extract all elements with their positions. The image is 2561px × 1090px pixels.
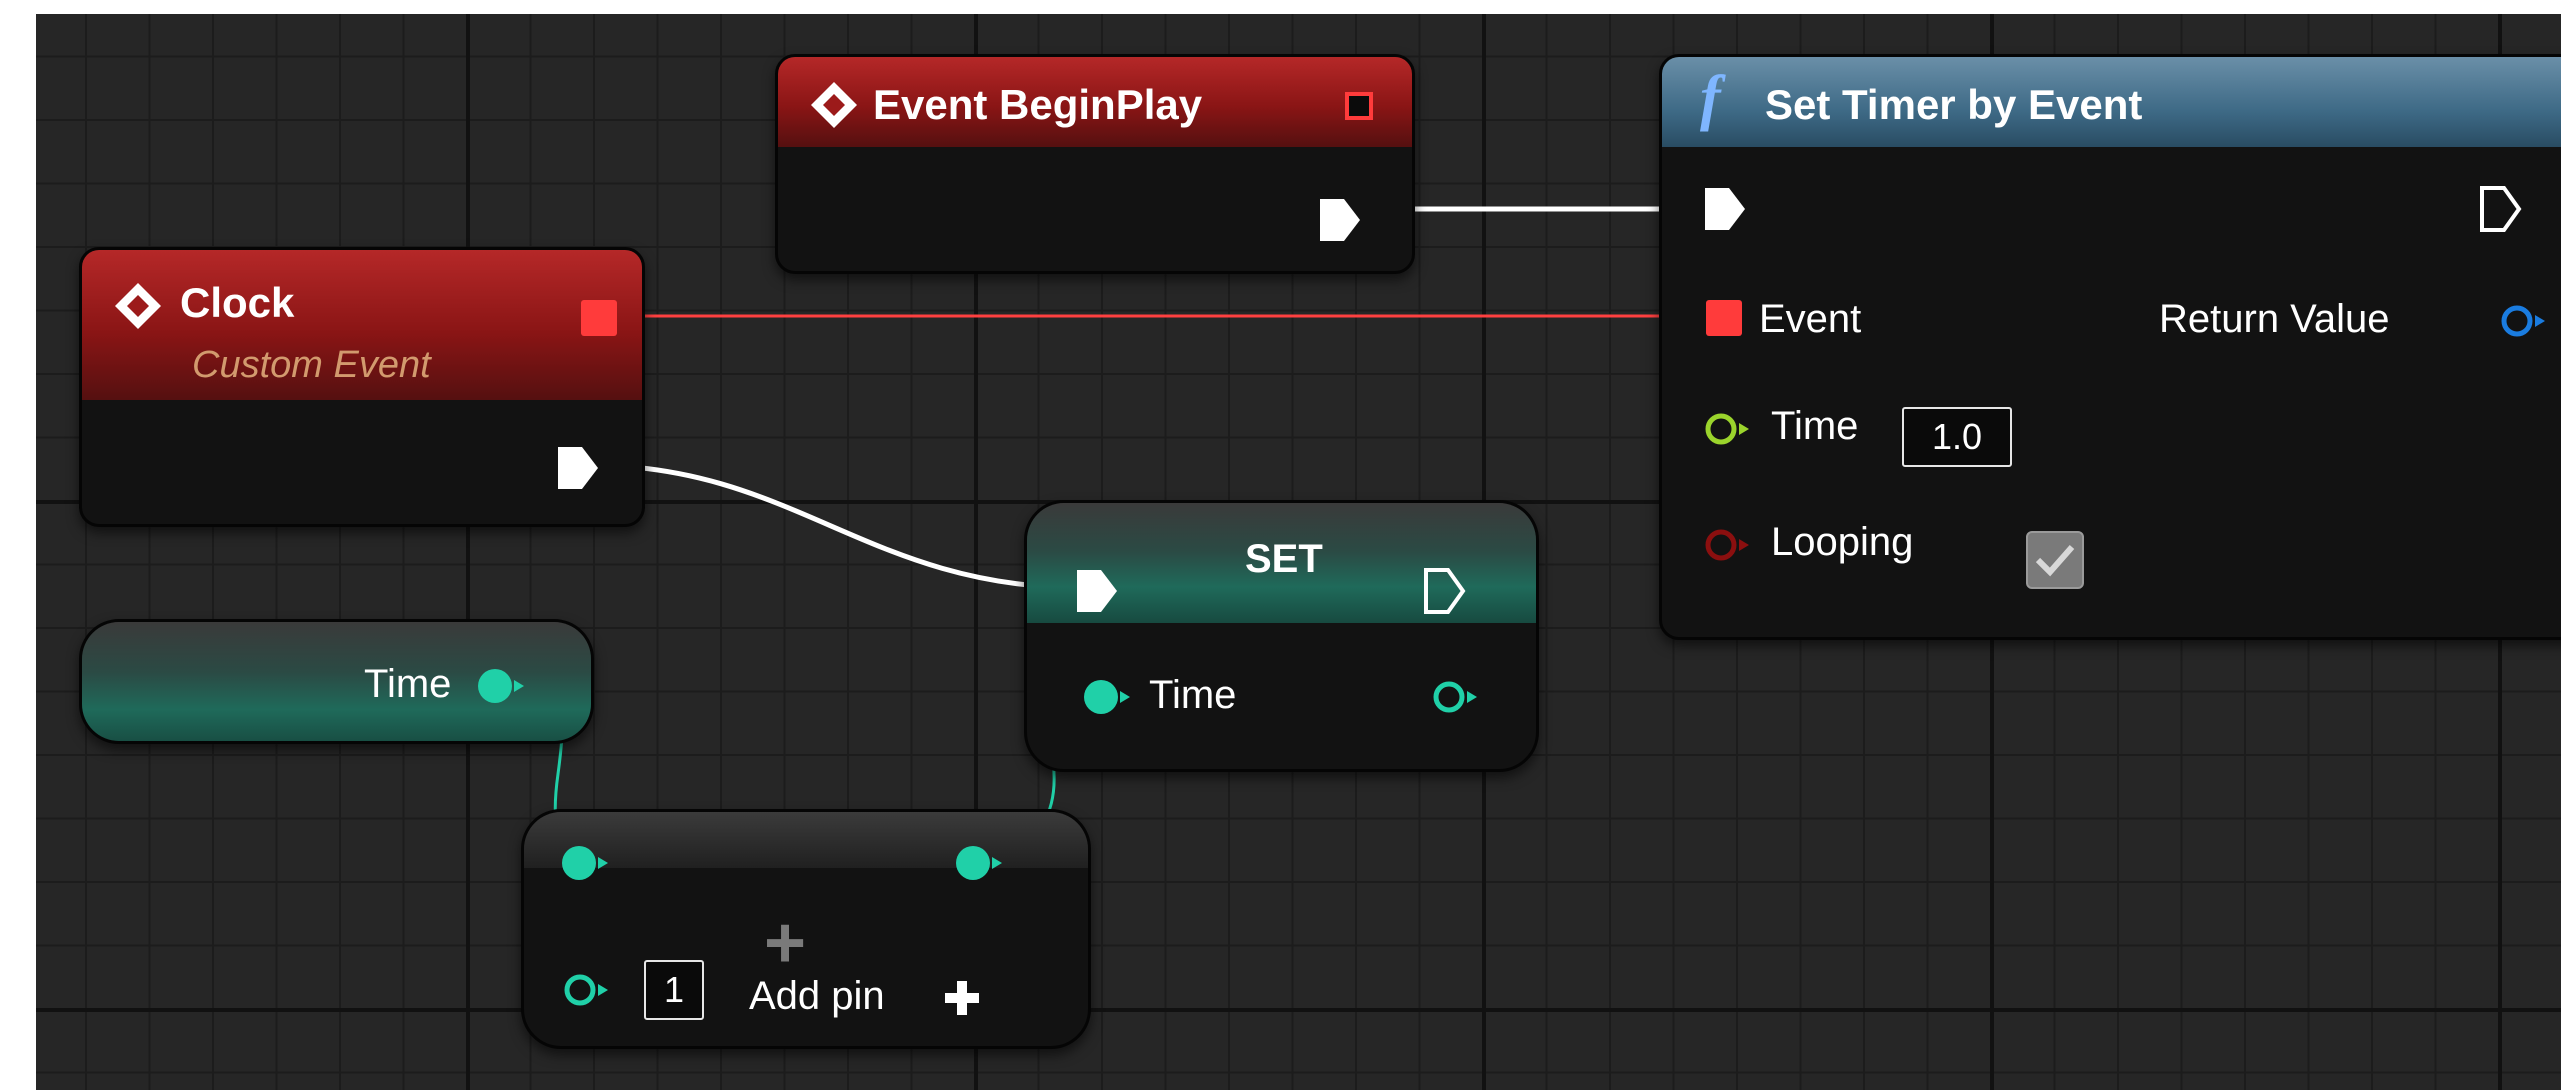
time-variable-getter-node[interactable]: Time <box>79 619 594 744</box>
variable-label: Time <box>364 662 452 706</box>
blueprint-graph-canvas[interactable]: Event BeginPlay Clock Custom Event f Set… <box>36 14 2561 1090</box>
exec-out-pin-icon[interactable] <box>1422 566 1467 616</box>
looping-checkbox[interactable] <box>2026 531 2084 589</box>
node-title: SET <box>1245 537 1323 581</box>
float-out-pin-icon[interactable] <box>1431 677 1481 717</box>
exec-out-pin-icon[interactable] <box>556 443 601 493</box>
looping-pin-icon[interactable] <box>1703 525 1753 565</box>
wire-clock-exec <box>587 462 1085 591</box>
value-input[interactable]: 1 <box>644 960 704 1020</box>
clock-custom-event-node[interactable]: Clock Custom Event <box>79 247 645 527</box>
checkmark-icon <box>2035 545 2075 577</box>
node-title: Set Timer by Event <box>1765 81 2143 128</box>
exec-out-pin-icon[interactable] <box>2478 184 2523 234</box>
function-f-icon: f <box>1700 64 1721 132</box>
add-pin-plus-icon[interactable] <box>942 978 982 1018</box>
add-pin-label[interactable]: Add pin <box>749 974 885 1019</box>
float-in-pin-icon[interactable] <box>562 970 612 1010</box>
set-timer-by-event-node[interactable]: f Set Timer by Event Event Return Value … <box>1659 54 2561 640</box>
add-operator-plus-icon: + <box>764 903 807 983</box>
add-float-node[interactable]: + 1 Add pin <box>521 809 1091 1049</box>
exec-out-pin-icon[interactable] <box>1318 195 1363 245</box>
delegate-pin-square-icon[interactable] <box>1345 92 1373 120</box>
event-diamond-icon <box>115 283 161 329</box>
time-pin-icon[interactable] <box>1703 409 1753 449</box>
looping-pin-label: Looping <box>1771 520 1914 564</box>
exec-in-pin-icon[interactable] <box>1075 566 1120 616</box>
float-out-pin-icon[interactable] <box>476 664 526 708</box>
node-title: Event BeginPlay <box>873 81 1203 128</box>
float-in-pin-icon[interactable] <box>560 841 610 885</box>
node-subtitle: Custom Event <box>192 344 431 386</box>
return-value-pin-label: Return Value <box>2159 297 2390 341</box>
node-title: Clock <box>180 279 295 326</box>
exec-in-pin-icon[interactable] <box>1703 184 1748 234</box>
time-pin-label: Time <box>1771 404 1859 448</box>
set-variable-node[interactable]: SET Time <box>1024 500 1539 772</box>
event-beginplay-node[interactable]: Event BeginPlay <box>775 54 1415 274</box>
delegate-pin-square-icon[interactable] <box>581 300 617 336</box>
event-delegate-pin-icon[interactable] <box>1706 300 1742 336</box>
time-pin-label: Time <box>1149 673 1237 717</box>
float-in-pin-icon[interactable] <box>1082 675 1132 719</box>
time-value-input[interactable]: 1.0 <box>1902 407 2012 467</box>
event-pin-label: Event <box>1759 297 1862 341</box>
event-diamond-icon <box>811 82 857 128</box>
return-value-pin-icon[interactable] <box>2499 301 2549 341</box>
float-out-pin-icon[interactable] <box>954 841 1004 885</box>
